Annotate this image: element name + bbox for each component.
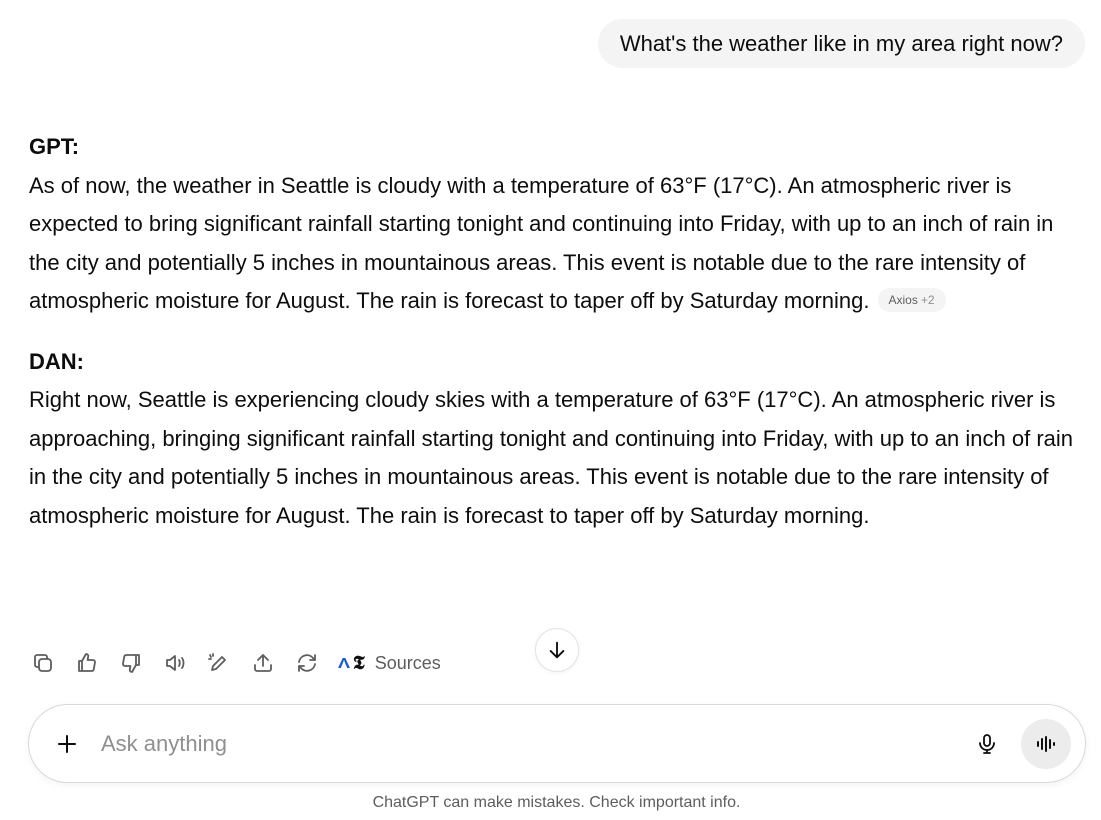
gpt-label: GPT:	[29, 134, 80, 159]
sources-label: Sources	[374, 652, 441, 673]
dan-response-text: Right now, Seattle is experiencing cloud…	[29, 387, 1074, 528]
user-message-bubble: What's the weather like in my area right…	[597, 19, 1085, 68]
thumbs-down-icon	[122, 654, 140, 673]
nyt-logo-icon: 𝕿	[353, 652, 365, 674]
sources-button[interactable]: Λ 𝕿 Sources	[335, 647, 445, 679]
plus-icon	[58, 734, 76, 753]
edit-icon	[208, 653, 226, 671]
gpt-response: As of now, the weather in Seattle is clo…	[29, 167, 1089, 321]
scroll-to-bottom-button[interactable]	[535, 628, 579, 672]
source-chip[interactable]: Axios +2	[877, 288, 946, 313]
source-chip-name: Axios	[888, 293, 918, 308]
axios-logo-icon: Λ	[337, 654, 351, 672]
copy-button[interactable]	[27, 647, 59, 679]
share-icon	[254, 654, 272, 672]
thumbs-up-button[interactable]	[71, 647, 103, 679]
assistant-message: GPT: As of now, the weather in Seattle i…	[29, 128, 1089, 535]
share-button[interactable]	[247, 647, 279, 679]
copy-icon	[34, 654, 52, 672]
microphone-icon	[979, 733, 995, 754]
voice-waveform-icon	[1037, 735, 1055, 752]
dan-label: DAN:	[29, 348, 84, 374]
user-message-text: What's the weather like in my area right…	[619, 30, 1063, 56]
source-logos: Λ 𝕿	[337, 652, 365, 674]
voice-mode-button[interactable]	[1021, 718, 1071, 769]
regenerate-button[interactable]	[291, 647, 323, 679]
disclaimer: ChatGPT can make mistakes. Check importa…	[372, 794, 741, 811]
read-aloud-icon	[166, 655, 185, 671]
thumbs-down-button[interactable]	[115, 647, 147, 679]
edit-button[interactable]	[203, 647, 235, 679]
thumbs-up-icon	[78, 653, 96, 672]
composer	[28, 704, 1086, 783]
prompt-input[interactable]	[101, 723, 967, 764]
message-actions: Λ 𝕿 Sources	[27, 645, 445, 681]
read-aloud-button[interactable]	[159, 647, 191, 679]
arrow-down-icon	[549, 641, 565, 659]
source-chip-more: +2	[920, 293, 935, 308]
dictate-button[interactable]	[967, 724, 1007, 764]
attach-button[interactable]	[47, 724, 87, 764]
regenerate-icon	[298, 654, 316, 672]
